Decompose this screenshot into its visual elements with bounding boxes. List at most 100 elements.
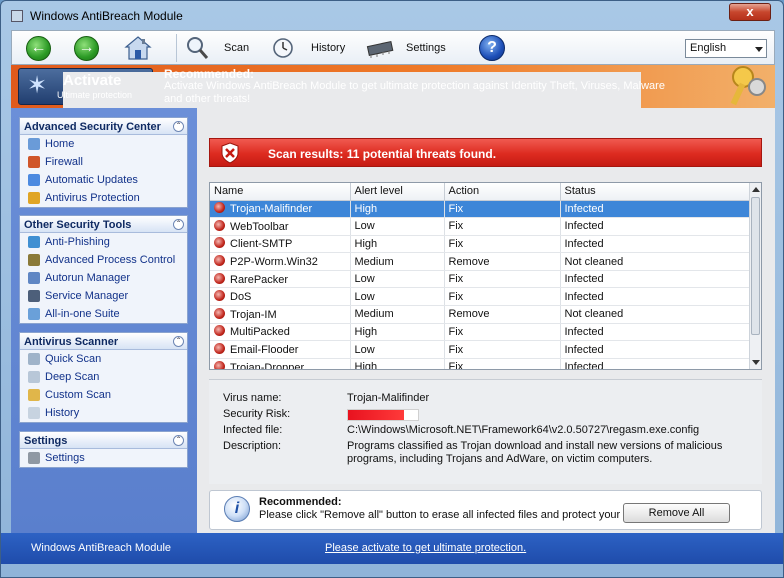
threats-table: Name Alert level Action Status Trojan-Ma… bbox=[209, 182, 762, 370]
scroll-up-icon[interactable] bbox=[752, 187, 760, 192]
threat-icon bbox=[214, 255, 225, 267]
sidebar-item-antivirus-protection[interactable]: Antivirus Protection bbox=[20, 189, 187, 207]
cell-text: Fix bbox=[448, 202, 464, 215]
sidebar-item-all-in-one-suite[interactable]: All-in-one Suite bbox=[20, 305, 187, 323]
table-cell: Infected bbox=[560, 217, 752, 236]
sidebar-item-label: Antivirus Protection bbox=[45, 192, 140, 204]
forward-arrow-icon[interactable]: → bbox=[74, 36, 99, 61]
chevron-down-icon bbox=[755, 47, 763, 52]
column-header[interactable]: Name bbox=[210, 183, 351, 201]
activate-button[interactable]: ✶ Activate Ultimate protection bbox=[18, 68, 641, 497]
table-row[interactable]: RarePacker Low Fix Infected bbox=[210, 270, 752, 289]
column-header[interactable]: Action bbox=[444, 183, 561, 201]
help-icon[interactable]: ? bbox=[479, 35, 505, 61]
cell-text: RarePacker bbox=[230, 273, 289, 286]
firewall-icon bbox=[28, 156, 40, 168]
cell-text: Fix bbox=[448, 343, 464, 356]
virus-name-value: Trojan-Malifinder bbox=[347, 392, 430, 404]
sidebar-item-label: Firewall bbox=[45, 156, 83, 168]
panel-header[interactable]: Other Security Tools ˆ bbox=[20, 216, 187, 233]
table-cell: Low bbox=[350, 270, 445, 289]
sidebar-item-deep-scan[interactable]: Deep Scan bbox=[20, 368, 187, 386]
table-scrollbar[interactable] bbox=[749, 183, 761, 369]
banner-text: Activate Windows AntiBreach Module to ge… bbox=[164, 80, 665, 105]
column-header[interactable]: Status bbox=[560, 183, 752, 201]
table-cell: DoS bbox=[210, 287, 351, 307]
sidebar-item-firewall[interactable]: Firewall bbox=[20, 153, 187, 171]
cell-text: Infected bbox=[564, 237, 604, 250]
history-label[interactable]: History bbox=[311, 42, 345, 54]
panel-header[interactable]: Advanced Security Center ˆ bbox=[20, 118, 187, 135]
cell-text: High bbox=[354, 325, 378, 338]
back-arrow-icon[interactable]: ← bbox=[26, 36, 51, 61]
sidebar-item-anti-phishing[interactable]: Anti-Phishing bbox=[20, 233, 187, 251]
scroll-down-icon[interactable] bbox=[752, 360, 760, 365]
collapse-icon[interactable]: ˆ bbox=[173, 121, 184, 132]
sidebar-item-label: Advanced Process Control bbox=[45, 254, 176, 266]
table-row[interactable]: Trojan-IM Medium Remove Not cleaned bbox=[210, 305, 752, 324]
table-row[interactable]: Trojan-Dropper High Fix Infected bbox=[210, 358, 752, 370]
cell-text: High bbox=[354, 361, 378, 370]
remove-all-button[interactable]: Remove All bbox=[623, 503, 730, 523]
sidebar-item-label: Autorun Manager bbox=[45, 272, 130, 284]
recommendation-banner: ✶ Activate Ultimate protection Recommend… bbox=[11, 65, 775, 497]
cell-text: Remove bbox=[448, 308, 490, 321]
sidebar-item-settings[interactable]: Settings bbox=[20, 449, 187, 467]
table-cell: Not cleaned bbox=[560, 252, 752, 271]
virus-name-label: Virus name: bbox=[223, 392, 282, 404]
column-header[interactable]: Alert level bbox=[350, 183, 445, 201]
sidebar-item-label: Quick Scan bbox=[45, 353, 102, 365]
sidebar-item-label: Deep Scan bbox=[45, 371, 100, 383]
threat-icon bbox=[214, 307, 225, 319]
sidebar-item-history[interactable]: History bbox=[20, 404, 187, 422]
recommendation-title: Recommended: bbox=[259, 496, 342, 508]
collapse-icon[interactable]: ˆ bbox=[173, 336, 184, 347]
sidebar-item-service-manager[interactable]: Service Manager bbox=[20, 287, 187, 305]
table-cell: Trojan-Dropper bbox=[210, 358, 351, 369]
table-cell: Infected bbox=[560, 358, 752, 369]
panel-title: Other Security Tools bbox=[24, 219, 132, 231]
threat-details: Virus name: Trojan-Malifinder Security R… bbox=[209, 379, 762, 484]
threat-icon bbox=[214, 290, 225, 302]
panel-header[interactable]: Settings ˆ bbox=[20, 432, 187, 449]
table-row[interactable]: WebToolbar Low Fix Infected bbox=[210, 217, 752, 236]
table-row[interactable]: Email-Flooder Low Fix Infected bbox=[210, 340, 752, 359]
sidebar-item-advanced-process-control[interactable]: Advanced Process Control bbox=[20, 251, 187, 269]
chip-icon[interactable] bbox=[365, 36, 395, 60]
table-cell: Fix bbox=[444, 270, 561, 289]
sidebar-item-autorun-manager[interactable]: Autorun Manager bbox=[20, 269, 187, 287]
panel-title: Antivirus Scanner bbox=[24, 336, 119, 348]
settings-label[interactable]: Settings bbox=[406, 42, 446, 54]
activate-sublabel: Ultimate protection bbox=[57, 90, 133, 100]
footer-app-name: Windows AntiBreach Module bbox=[31, 542, 172, 554]
collapse-icon[interactable]: ˆ bbox=[173, 435, 184, 446]
collapse-icon[interactable]: ˆ bbox=[173, 219, 184, 230]
table-row[interactable]: DoS Low Fix Infected bbox=[210, 287, 752, 307]
activate-link[interactable]: Please activate to get ultimate protecti… bbox=[325, 542, 526, 554]
sidebar-item-automatic-updates[interactable]: Automatic Updates bbox=[20, 171, 187, 189]
scan-label[interactable]: Scan bbox=[224, 42, 249, 54]
cell-text: WebToolbar bbox=[230, 220, 289, 233]
table-cell: High bbox=[350, 323, 445, 342]
magnifier-icon[interactable] bbox=[185, 36, 209, 60]
clock-icon[interactable] bbox=[271, 36, 295, 60]
infected-file-value: C:\Windows\Microsoft.NET\Framework64\v2.… bbox=[347, 424, 700, 436]
sidebar-item-quick-scan[interactable]: Quick Scan bbox=[20, 350, 187, 368]
table-row[interactable]: Trojan-Malifinder High Fix Infected bbox=[210, 200, 752, 219]
home-icon[interactable] bbox=[124, 35, 152, 61]
sidebar-item-custom-scan[interactable]: Custom Scan bbox=[20, 386, 187, 404]
table-row[interactable]: MultiPacked High Fix Infected bbox=[210, 323, 752, 342]
close-button[interactable]: x bbox=[729, 3, 771, 21]
sidebar-item-home[interactable]: Home bbox=[20, 135, 187, 153]
language-select[interactable]: English bbox=[685, 39, 767, 58]
threat-icon bbox=[214, 237, 225, 249]
cell-text: Fix bbox=[448, 237, 464, 250]
table-cell: High bbox=[350, 200, 445, 219]
panel-header[interactable]: Antivirus Scanner ˆ bbox=[20, 333, 187, 350]
main-content: Scan results: 11 potential threats found… bbox=[197, 108, 775, 533]
magnifier-small-icon bbox=[28, 353, 40, 365]
table-row[interactable]: P2P-Worm.Win32 Medium Remove Not cleaned bbox=[210, 252, 752, 271]
scroll-thumb[interactable] bbox=[751, 197, 760, 335]
table-row[interactable]: Client-SMTP High Fix Infected bbox=[210, 235, 752, 254]
autorun-icon bbox=[28, 272, 40, 284]
